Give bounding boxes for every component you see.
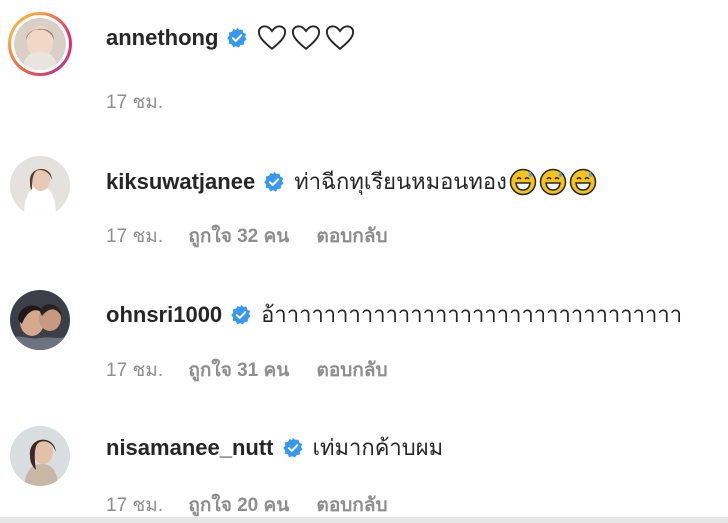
avatar-image (14, 18, 66, 70)
avatar[interactable] (8, 12, 72, 76)
avatar[interactable] (8, 154, 72, 218)
avatar-image (10, 156, 70, 216)
grinning-sweat-emoji-icon (539, 168, 567, 195)
reply-button[interactable]: ตอบกลับ (317, 355, 388, 385)
timestamp[interactable]: 17 ชม. (106, 221, 163, 251)
grinning-sweat-emoji-icon (509, 168, 537, 195)
timestamp[interactable]: 17 ชม. (106, 87, 163, 117)
avatar-image (10, 290, 70, 350)
comment-line: ohnsri1000 อ้าาาาาาาาาาาาาาาาาาาาาาาาาาา… (106, 297, 682, 332)
verified-badge-icon (264, 171, 284, 192)
likes-count[interactable]: ถูกใจ 31 คน (188, 355, 289, 385)
timestamp[interactable]: 17 ชม. (106, 355, 163, 385)
comment-line: annethong (106, 24, 359, 51)
heart-outline-icon (326, 25, 355, 50)
avatar[interactable] (8, 288, 72, 352)
comment-line: nisamanee_nutt เท่มากค้าบผม (106, 430, 443, 465)
comment-text: ท่าฉีกทุเรียนหมอนทอง (294, 164, 597, 199)
username[interactable]: ohnsri1000 (106, 302, 222, 328)
heart-outline-icon (292, 25, 321, 50)
avatar[interactable] (8, 424, 72, 488)
comment-meta: 17 ชม. (106, 87, 163, 117)
comment-text (257, 24, 359, 51)
comment-meta: 17 ชม. ถูกใจ 20 คน ตอบกลับ (106, 490, 388, 520)
avatar-image (10, 426, 70, 486)
divider (0, 517, 728, 523)
verified-badge-icon (231, 304, 251, 325)
comment-meta: 17 ชม. ถูกใจ 32 คน ตอบกลับ (106, 221, 388, 251)
reply-button[interactable]: ตอบกลับ (317, 221, 388, 251)
username[interactable]: nisamanee_nutt (106, 435, 274, 461)
verified-badge-icon (282, 437, 303, 458)
comment-meta: 17 ชม. ถูกใจ 31 คน ตอบกลับ (106, 355, 388, 385)
verified-badge-icon (227, 27, 247, 48)
heart-outline-icon (258, 25, 287, 50)
comment-text-body: ท่าฉีกทุเรียนหมอนทอง (294, 169, 507, 194)
username[interactable]: annethong (106, 25, 218, 51)
reply-button[interactable]: ตอบกลับ (317, 490, 388, 520)
username[interactable]: kiksuwatjanee (106, 169, 255, 195)
comment-text: เท่มากค้าบผม (312, 435, 444, 460)
timestamp[interactable]: 17 ชม. (106, 490, 163, 520)
comment-line: kiksuwatjanee ท่าฉีกทุเรียนหมอนทอง (106, 164, 597, 199)
grinning-sweat-emoji-icon (569, 168, 597, 195)
likes-count[interactable]: ถูกใจ 20 คน (188, 490, 289, 520)
likes-count[interactable]: ถูกใจ 32 คน (188, 221, 289, 251)
comment-text: อ้าาาาาาาาาาาาาาาาาาาาาาาาาาาาาาาาา (261, 302, 683, 327)
